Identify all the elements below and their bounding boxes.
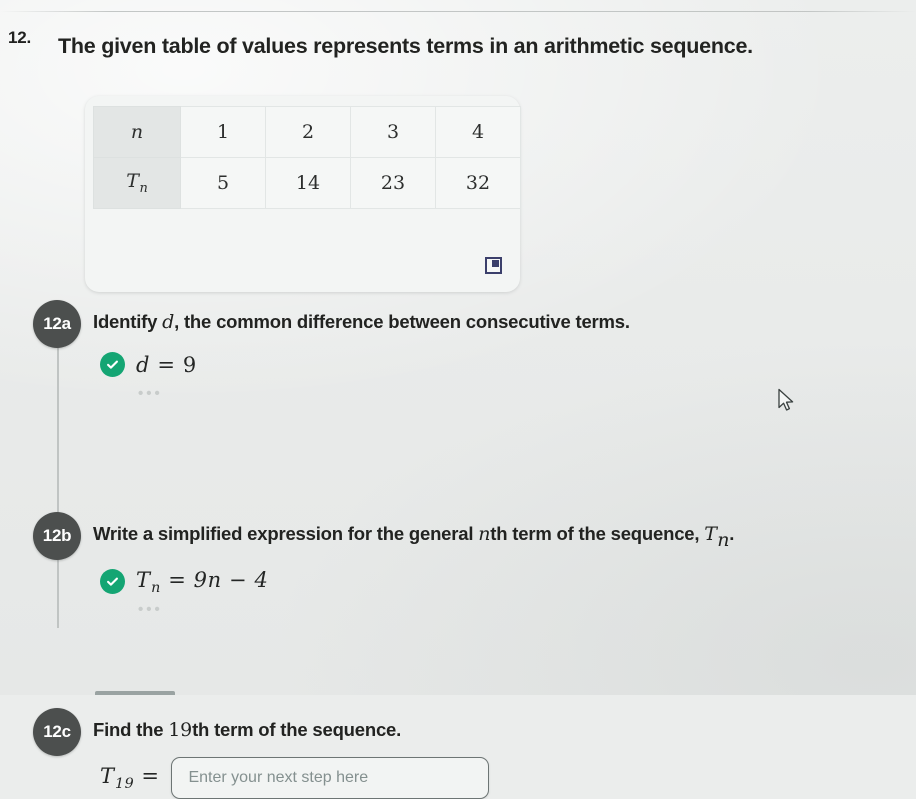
step-prompt-12a: Identify d, the common difference betwee…: [93, 310, 893, 334]
answer-lhs-subscript: n: [151, 579, 161, 596]
answer-rhs: 9n − 4: [193, 568, 269, 592]
prompt-text: , the common difference between consecut…: [174, 311, 630, 332]
prompt-math-19: 19: [168, 719, 193, 741]
final-equals: =: [141, 764, 160, 789]
check-icon: [100, 569, 125, 595]
step-answer-12c: T19 =: [100, 757, 490, 799]
prompt-text: Identify: [93, 311, 163, 332]
prompt-math-n: n: [478, 523, 491, 545]
sequence-table: n 1 2 3 4 Tn 5 14 23 32: [93, 106, 521, 209]
expand-icon-square: [492, 260, 499, 267]
table-card: n 1 2 3 4 Tn 5 14 23 32: [85, 96, 521, 292]
top-divider: [0, 11, 916, 12]
bottom-partial-element: [95, 691, 175, 695]
prompt-math-T: T: [704, 523, 717, 545]
table-cell: 3: [350, 106, 436, 158]
next-step-input[interactable]: [171, 757, 490, 799]
step-12b: 12b Write a simplified expression for th…: [0, 360, 916, 618]
final-answer-label: T19 =: [100, 764, 159, 792]
table-cell: 32: [435, 157, 521, 209]
steps-container: 12a Identify d, the common difference be…: [0, 300, 916, 799]
prompt-text: th term of the sequence,: [490, 523, 705, 544]
prompt-text: Write a simplified expression for the ge…: [93, 523, 479, 544]
question-number: 12.: [8, 28, 32, 47]
row-header-symbol: T: [126, 170, 139, 193]
table-cell: 2: [265, 106, 351, 158]
table-cell: 5: [180, 157, 266, 209]
table-row: Tn 5 14 23 32: [93, 157, 521, 209]
step-badge-12a[interactable]: 12a: [33, 300, 81, 348]
step-12a: 12a Identify d, the common difference be…: [0, 300, 916, 402]
step-badge-12b[interactable]: 12b: [33, 512, 81, 560]
step-badge-12c[interactable]: 12c: [33, 708, 81, 756]
step-more-ellipsis-12b[interactable]: •••: [138, 601, 163, 618]
final-lhs-subscript: 19: [115, 775, 135, 792]
prompt-text: Find the: [93, 719, 169, 740]
table-cell: 4: [435, 106, 521, 158]
table-cell: 1: [180, 106, 266, 158]
prompt-text: .: [729, 523, 735, 544]
step-prompt-12b: Write a simplified expression for the ge…: [93, 522, 893, 552]
step-12c: 12c Find the 19th term of the sequence. …: [0, 420, 916, 799]
answer-lhs: T: [136, 568, 151, 592]
table-cell: 23: [350, 157, 436, 209]
final-lhs: T: [100, 764, 115, 789]
prompt-math-d: d: [162, 311, 175, 333]
row-header-symbol: n: [130, 121, 144, 143]
question-title: The given table of values represents ter…: [58, 34, 753, 58]
expand-icon[interactable]: [485, 257, 502, 274]
prompt-math-T-subscript: n: [717, 529, 730, 552]
step-answer-12b: Tn = 9n − 4: [100, 568, 268, 596]
answer-expression-12b: Tn = 9n − 4: [136, 568, 268, 596]
table-row-header: Tn: [93, 157, 181, 209]
answer-equals: =: [168, 568, 187, 592]
table-cell: 14: [265, 157, 351, 209]
table-row: n 1 2 3 4: [93, 106, 521, 158]
table-row-header: n: [93, 106, 181, 158]
prompt-text: th term of the sequence.: [192, 719, 402, 740]
row-header-subscript: n: [139, 180, 148, 196]
step-prompt-12c: Find the 19th term of the sequence.: [93, 718, 893, 742]
